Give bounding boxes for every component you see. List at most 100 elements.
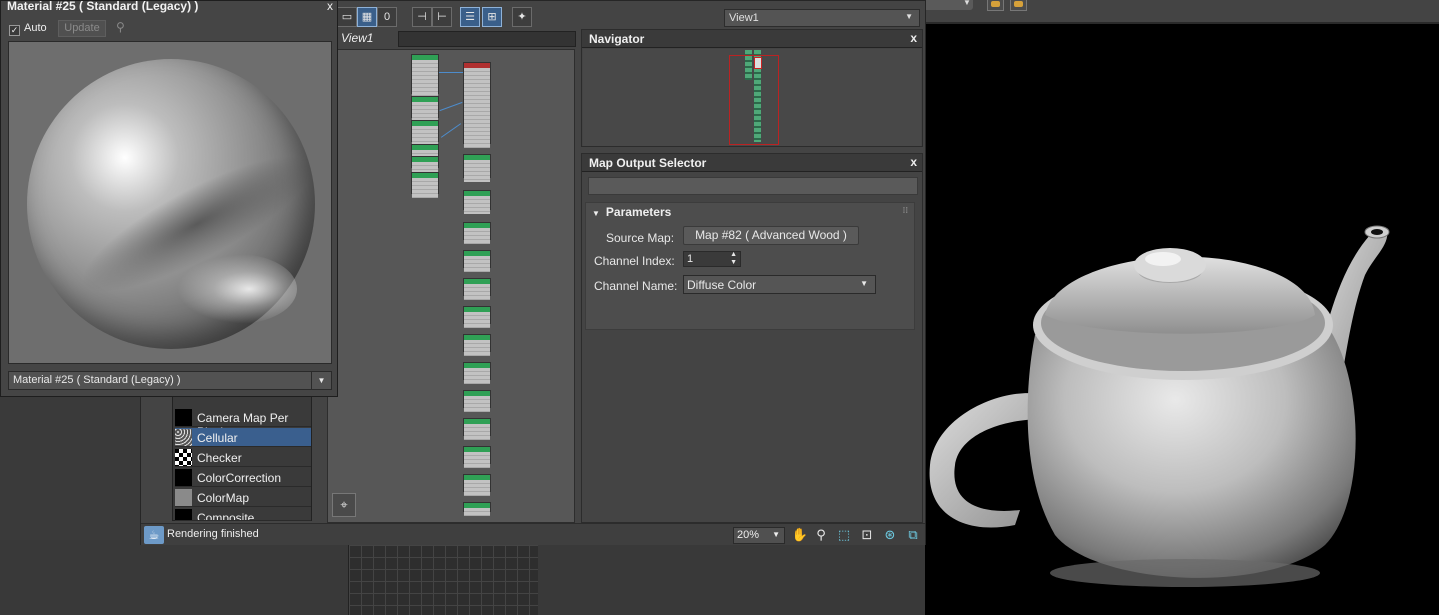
- navigator-panel: Navigator x: [581, 29, 923, 147]
- map-node[interactable]: [411, 96, 439, 122]
- window-title: Material #25 ( Standard (Legacy) ): [1, 0, 337, 15]
- map-node[interactable]: [463, 502, 491, 516]
- channel-index-spinner[interactable]: 1 ▲ ▼: [683, 251, 741, 267]
- material-node[interactable]: [463, 62, 491, 148]
- pin-icon[interactable]: ⚲: [116, 20, 125, 34]
- move-children-icon[interactable]: ⊢: [432, 7, 452, 27]
- list-item[interactable]: Composite: [175, 508, 311, 521]
- node-body: [464, 312, 490, 328]
- checker-icon[interactable]: ▦: [357, 7, 377, 27]
- map-node[interactable]: [463, 334, 491, 356]
- zoom-region-icon[interactable]: ⬚: [835, 527, 853, 544]
- preview-sphere: [27, 59, 329, 349]
- viewport-top-strip: ▼: [925, 0, 1439, 24]
- channel-index-label: Channel Index:: [594, 254, 675, 268]
- view-tab[interactable]: View1: [337, 29, 577, 48]
- grid-icon[interactable]: ⊞: [482, 7, 502, 27]
- update-button[interactable]: Update: [58, 20, 106, 37]
- zoom-magnifier-icon[interactable]: ⚲: [812, 527, 830, 544]
- rollout-header[interactable]: ▼ Parameters ⁞⁞: [586, 203, 914, 221]
- list-item[interactable]: ColorCorrection: [175, 468, 311, 487]
- node-body: [412, 126, 438, 146]
- zoom-select[interactable]: 20% ▼: [733, 527, 785, 544]
- map-node[interactable]: [463, 418, 491, 440]
- window-title-text: Material #25 ( Standard (Legacy) ): [7, 0, 199, 13]
- map-node[interactable]: [411, 156, 439, 172]
- node-body: [412, 102, 438, 122]
- pan-hand-icon[interactable]: ✋: [791, 527, 809, 544]
- select-tool-icon[interactable]: ▭: [337, 7, 357, 27]
- sphere-highlight: [177, 254, 297, 324]
- node-name-field[interactable]: [588, 177, 918, 195]
- material-id-icon[interactable]: 0: [377, 7, 397, 27]
- parameters-rollout: ▼ Parameters ⁞⁞ Source Map: Map #82 ( Adv…: [585, 202, 915, 330]
- map-node[interactable]: [463, 446, 491, 468]
- node-body: [464, 256, 490, 272]
- map-browser-list[interactable]: Camera Map Per Pixel Cellular Checker Co…: [172, 389, 312, 521]
- list-item[interactable]: Checker: [175, 448, 311, 467]
- node-canvas[interactable]: ⌖: [327, 49, 575, 523]
- spinner-arrows-icon[interactable]: ▲ ▼: [730, 251, 737, 267]
- map-node[interactable]: [463, 362, 491, 384]
- map-node[interactable]: [463, 190, 491, 214]
- map-thumbnail: [175, 469, 192, 486]
- view-select[interactable]: View1 ▼: [724, 9, 920, 27]
- list-item-label: Checker: [197, 451, 242, 465]
- collapse-triangle-icon: ▼: [592, 209, 600, 218]
- node-body: [464, 424, 490, 440]
- node-body: [412, 162, 438, 172]
- map-node[interactable]: [411, 172, 439, 198]
- panel-title-text: Navigator: [589, 32, 645, 46]
- binoculars-icon[interactable]: ⌖: [332, 493, 356, 517]
- magic-wand-icon[interactable]: ✦: [512, 7, 532, 27]
- render-icon[interactable]: [1010, 0, 1027, 11]
- checkmark-icon[interactable]: ✓: [9, 25, 20, 36]
- teapot-render-icon[interactable]: ☕: [144, 526, 164, 544]
- node-body: [412, 60, 438, 98]
- zoom-all-icon[interactable]: ⧉: [904, 527, 922, 544]
- list-item-label: Composite: [197, 511, 255, 521]
- zoom-value: 20%: [737, 529, 760, 541]
- map-output-selector-panel: Map Output Selector x ▼ Parameters ⁞⁞ Sou…: [581, 153, 923, 523]
- teapot-icon[interactable]: [987, 0, 1004, 11]
- close-icon[interactable]: x: [327, 0, 333, 13]
- chevron-down-icon[interactable]: ▼: [311, 372, 331, 389]
- navigator-view[interactable]: [583, 49, 921, 146]
- list-icon[interactable]: ☰: [460, 7, 480, 27]
- map-node[interactable]: [463, 154, 491, 182]
- source-map-label: Source Map:: [606, 231, 675, 245]
- list-item[interactable]: ColorMap: [175, 488, 311, 507]
- zoom-extents-icon[interactable]: ⊡: [858, 527, 876, 544]
- map-node[interactable]: [411, 54, 439, 98]
- material-select[interactable]: Material #25 ( Standard (Legacy) ) ▼: [8, 371, 332, 390]
- list-item[interactable]: Camera Map Per Pixel: [175, 408, 311, 439]
- map-node[interactable]: [463, 250, 491, 272]
- map-node[interactable]: [411, 120, 439, 146]
- zoom-selected-icon[interactable]: ⊛: [881, 527, 899, 544]
- auto-checkbox[interactable]: ✓ Auto: [9, 22, 47, 36]
- map-node[interactable]: [463, 474, 491, 496]
- node-body: [464, 160, 490, 182]
- viewport-dropdown[interactable]: ▼: [925, 0, 973, 10]
- channel-name-select[interactable]: Diffuse Color ▼: [683, 275, 876, 294]
- map-node[interactable]: [463, 222, 491, 244]
- map-node[interactable]: [463, 306, 491, 328]
- view-name-field[interactable]: [398, 31, 576, 47]
- map-node[interactable]: [463, 278, 491, 300]
- chevron-down-icon: ▼: [860, 279, 868, 288]
- close-icon[interactable]: x: [910, 31, 917, 45]
- close-icon[interactable]: x: [910, 155, 917, 169]
- material-preview[interactable]: [8, 41, 332, 364]
- chevron-down-icon: ▼: [772, 530, 780, 539]
- node-wire: [439, 72, 463, 73]
- map-node[interactable]: [463, 390, 491, 412]
- teapot-render: [929, 225, 1390, 587]
- node-wire: [439, 101, 463, 112]
- list-item[interactable]: Cellular: [175, 428, 311, 447]
- layout-icon[interactable]: ⊣: [412, 7, 432, 27]
- map-output-selector-title: Map Output Selector x: [582, 154, 922, 172]
- source-map-button[interactable]: Map #82 ( Advanced Wood ): [683, 226, 859, 245]
- map-thumbnail: [175, 509, 192, 520]
- channel-name-value: Diffuse Color: [687, 278, 757, 292]
- grip-icon: ⁞⁞: [902, 206, 908, 215]
